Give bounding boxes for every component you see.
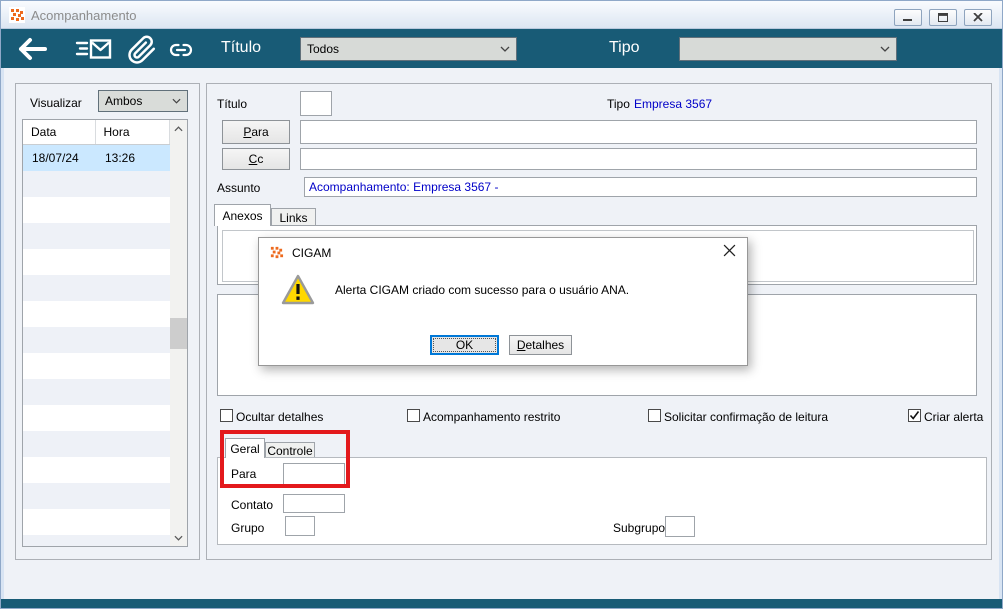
close-icon bbox=[723, 244, 736, 257]
visualizar-label: Visualizar bbox=[30, 96, 82, 110]
column-header-hora[interactable]: Hora bbox=[96, 120, 170, 144]
cc-button[interactable]: Cc bbox=[222, 148, 290, 170]
link-icon bbox=[169, 43, 193, 57]
dialog-close-button[interactable] bbox=[723, 244, 736, 262]
titulo-input[interactable] bbox=[300, 91, 332, 116]
criar-alerta-checkbox[interactable] bbox=[908, 409, 921, 422]
assunto-label: Assunto bbox=[217, 181, 261, 195]
checkmark-icon bbox=[909, 411, 920, 420]
visualizar-value: Ambos bbox=[105, 94, 143, 108]
bottom-accent-bar bbox=[1, 599, 1002, 608]
maximize-icon bbox=[938, 13, 948, 22]
window-title: Acompanhamento bbox=[31, 8, 137, 23]
criar-alerta-label: Criar alerta bbox=[924, 410, 984, 424]
link-button[interactable] bbox=[164, 38, 198, 67]
ocultar-detalhes-label: Ocultar detalhes bbox=[236, 410, 324, 424]
minimize-icon bbox=[903, 19, 912, 21]
ok-button-label: OK bbox=[433, 338, 496, 352]
titulo-filter-value: Todos bbox=[307, 42, 340, 56]
title-bar: Acompanhamento bbox=[1, 1, 1002, 29]
list-header: Data Hora bbox=[23, 120, 170, 145]
acompanhamento-restrito-label: Acompanhamento restrito bbox=[423, 410, 561, 424]
contato-input[interactable] bbox=[283, 494, 345, 513]
minimize-button[interactable] bbox=[894, 9, 922, 26]
toolbar-tipo-label: Tipo bbox=[609, 39, 640, 56]
scroll-up-icon[interactable] bbox=[170, 120, 187, 137]
ocultar-detalhes-checkbox[interactable] bbox=[220, 409, 233, 422]
chevron-down-icon bbox=[500, 46, 510, 52]
list-empty-rows bbox=[23, 171, 170, 546]
back-button[interactable] bbox=[14, 37, 48, 66]
acompanhamento-restrito-checkbox[interactable] bbox=[407, 409, 420, 422]
tipo-label: Tipo bbox=[607, 97, 630, 111]
annotation-highlight-rectangle bbox=[220, 430, 350, 488]
column-header-data[interactable]: Data bbox=[23, 120, 96, 144]
assunto-input[interactable] bbox=[304, 177, 977, 197]
cigam-logo-icon bbox=[9, 7, 25, 23]
tipo-value-link[interactable]: Empresa 3567 bbox=[634, 97, 712, 111]
toolbar-titulo-label: Título bbox=[221, 39, 262, 56]
scroll-thumb[interactable] bbox=[170, 318, 187, 349]
main-toolbar: Título Todos Tipo bbox=[1, 29, 1002, 68]
titulo-filter-dropdown[interactable]: Todos bbox=[300, 37, 517, 61]
subgrupo-input[interactable] bbox=[665, 516, 695, 537]
tipo-filter-dropdown[interactable] bbox=[679, 37, 897, 61]
list-row-selected[interactable]: 18/07/24 13:26 bbox=[23, 145, 170, 171]
visualizar-dropdown[interactable]: Ambos bbox=[98, 90, 188, 112]
titulo-label: Título bbox=[217, 97, 248, 111]
back-arrow-icon bbox=[19, 38, 47, 60]
contato-label: Contato bbox=[231, 498, 274, 512]
grupo-label: Grupo bbox=[231, 521, 265, 535]
ok-button[interactable]: OK bbox=[430, 335, 499, 355]
detalhes-button[interactable]: Detalhes bbox=[509, 335, 572, 355]
chevron-down-icon bbox=[172, 98, 181, 104]
solicitar-confirmacao-label: Solicitar confirmação de leitura bbox=[664, 410, 829, 424]
chevron-down-icon bbox=[880, 46, 890, 52]
dialog-title: CIGAM bbox=[292, 246, 332, 260]
para-input[interactable] bbox=[300, 120, 977, 144]
cigam-logo-icon bbox=[269, 245, 284, 260]
para-button[interactable]: Para bbox=[222, 120, 290, 144]
attach-file-button[interactable] bbox=[126, 35, 158, 70]
tab-links[interactable]: Links bbox=[271, 208, 316, 226]
cigam-alert-dialog: CIGAM Alerta CIGAM criado com sucesso pa… bbox=[258, 237, 748, 366]
left-panel-groupbox: Visualizar Ambos Data Hora 18/07/24 13:2… bbox=[15, 83, 200, 560]
cell-data: 18/07/24 bbox=[32, 151, 79, 165]
maximize-button[interactable] bbox=[929, 9, 957, 26]
grupo-input[interactable] bbox=[285, 516, 315, 536]
close-icon bbox=[973, 13, 983, 22]
acompanhamento-window: Acompanhamento Título Todos Tipo Visuali… bbox=[0, 0, 1003, 609]
subgrupo-label: Subgrupo bbox=[613, 521, 666, 535]
send-message-icon bbox=[75, 39, 112, 59]
dialog-message: Alerta CIGAM criado com sucesso para o u… bbox=[335, 283, 630, 297]
cell-hora: 13:26 bbox=[105, 151, 136, 165]
send-followup-button[interactable] bbox=[75, 38, 113, 66]
scroll-down-icon[interactable] bbox=[170, 529, 187, 546]
close-button[interactable] bbox=[964, 9, 992, 26]
followup-list: Data Hora 18/07/24 13:26 bbox=[22, 119, 188, 547]
paperclip-icon bbox=[128, 35, 156, 64]
list-scrollbar[interactable] bbox=[170, 120, 187, 546]
solicitar-confirmacao-checkbox[interactable] bbox=[648, 409, 661, 422]
warning-icon bbox=[281, 274, 315, 305]
cc-input[interactable] bbox=[300, 148, 977, 170]
tab-anexos[interactable]: Anexos bbox=[214, 204, 271, 226]
